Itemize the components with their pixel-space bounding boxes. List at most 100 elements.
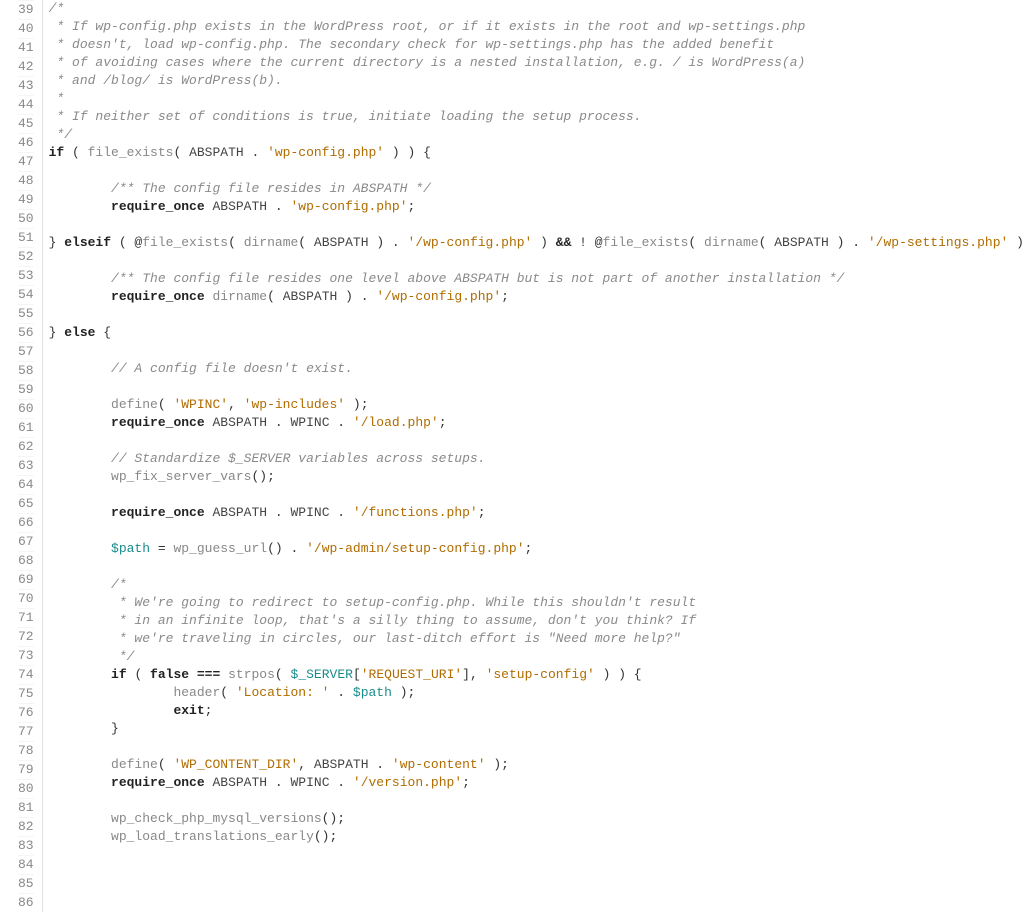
code-line[interactable]: * doesn't, load wp-config.php. The secon… (49, 36, 1024, 54)
code-line[interactable]: * If neither set of conditions is true, … (49, 108, 1024, 126)
code-line[interactable]: /* (49, 576, 1024, 594)
line-number: 42 (18, 57, 34, 76)
token-plain: . (330, 415, 353, 430)
line-number: 86 (18, 893, 34, 912)
token-plain (220, 667, 228, 682)
code-editor[interactable]: 3940414243444546474849505152535455565758… (0, 0, 1024, 912)
code-line[interactable]: * We're going to redirect to setup-confi… (49, 594, 1024, 612)
token-comment: /** The config file resides in ABSPATH *… (111, 181, 431, 196)
code-line[interactable]: require_once ABSPATH . WPINC . '/load.ph… (49, 414, 1024, 432)
code-line[interactable]: /** The config file resides in ABSPATH *… (49, 180, 1024, 198)
token-plain: () . (267, 541, 306, 556)
code-line[interactable] (49, 558, 1024, 576)
code-area[interactable]: /* * If wp-config.php exists in the Word… (43, 0, 1024, 912)
code-line[interactable]: // A config file doesn't exist. (49, 360, 1024, 378)
line-number: 75 (18, 684, 34, 703)
token-plain: . (267, 199, 290, 214)
code-line[interactable] (49, 738, 1024, 756)
code-line[interactable] (49, 252, 1024, 270)
token-plain: . (267, 415, 290, 430)
line-number: 73 (18, 646, 34, 665)
code-line[interactable] (49, 162, 1024, 180)
code-line[interactable] (49, 486, 1024, 504)
code-line[interactable] (49, 342, 1024, 360)
line-number: 51 (18, 228, 34, 247)
token-comment: */ (49, 127, 72, 142)
code-line[interactable]: } (49, 720, 1024, 738)
token-comment: /* (49, 1, 65, 16)
code-line[interactable]: } elseif ( @file_exists( dirname( ABSPAT… (49, 234, 1024, 252)
code-line[interactable]: define( 'WPINC', 'wp-includes' ); (49, 396, 1024, 414)
code-line[interactable]: wp_fix_server_vars(); (49, 468, 1024, 486)
token-plain (49, 757, 111, 772)
code-line[interactable]: $path = wp_guess_url() . '/wp-admin/setu… (49, 540, 1024, 558)
code-line[interactable]: if ( false === strpos( $_SERVER['REQUEST… (49, 666, 1024, 684)
code-line[interactable]: } else { (49, 324, 1024, 342)
code-line[interactable]: /** The config file resides one level ab… (49, 270, 1024, 288)
line-number: 65 (18, 494, 34, 513)
code-line[interactable] (49, 792, 1024, 810)
token-plain: . (369, 757, 392, 772)
token-plain (49, 181, 111, 196)
token-comment: * If wp-config.php exists in the WordPre… (49, 19, 806, 34)
code-line[interactable]: header( 'Location: ' . $path ); (49, 684, 1024, 702)
token-plain: ; (462, 775, 470, 790)
token-control: if (49, 145, 65, 160)
code-line[interactable]: // Standardize $_SERVER variables across… (49, 450, 1024, 468)
token-control: else (64, 325, 95, 340)
code-line[interactable]: * If wp-config.php exists in the WordPre… (49, 18, 1024, 36)
token-string: 'wp-config.php' (290, 199, 407, 214)
line-number: 84 (18, 855, 34, 874)
token-keyword: false (150, 667, 189, 682)
code-line[interactable] (49, 432, 1024, 450)
token-comment: * of avoiding cases where the current di… (49, 55, 806, 70)
token-string: 'WPINC' (173, 397, 228, 412)
code-line[interactable] (49, 378, 1024, 396)
token-plain: ; (408, 199, 416, 214)
token-plain: ; (478, 505, 486, 520)
line-number: 44 (18, 95, 34, 114)
code-line[interactable] (49, 216, 1024, 234)
code-line[interactable]: * (49, 90, 1024, 108)
code-line[interactable] (49, 522, 1024, 540)
token-const: ABSPATH (283, 289, 338, 304)
token-plain: ( (275, 667, 291, 682)
token-plain: ( (688, 235, 704, 250)
code-line[interactable]: require_once ABSPATH . 'wp-config.php'; (49, 198, 1024, 216)
code-line[interactable]: wp_load_translations_early(); (49, 828, 1024, 846)
token-const: ABSPATH (212, 415, 267, 430)
token-plain: ; (205, 703, 213, 718)
token-var: $_SERVER (291, 667, 353, 682)
code-line[interactable]: * in an infinite loop, that's a silly th… (49, 612, 1024, 630)
code-line[interactable]: require_once dirname( ABSPATH ) . '/wp-c… (49, 288, 1024, 306)
token-plain (49, 451, 111, 466)
code-line[interactable]: * of avoiding cases where the current di… (49, 54, 1024, 72)
line-number: 69 (18, 570, 34, 589)
code-line[interactable]: if ( file_exists( ABSPATH . 'wp-config.p… (49, 144, 1024, 162)
code-line[interactable]: define( 'WP_CONTENT_DIR', ABSPATH . 'wp-… (49, 756, 1024, 774)
code-line[interactable]: */ (49, 126, 1024, 144)
token-keyword: require_once (111, 505, 205, 520)
code-line[interactable] (49, 846, 1024, 864)
line-number: 77 (18, 722, 34, 741)
code-line[interactable]: require_once ABSPATH . WPINC . '/functio… (49, 504, 1024, 522)
code-line[interactable]: wp_check_php_mysql_versions(); (49, 810, 1024, 828)
token-const: ABSPATH (314, 757, 369, 772)
line-number: 67 (18, 532, 34, 551)
code-line[interactable]: require_once ABSPATH . WPINC . '/version… (49, 774, 1024, 792)
token-func: wp_check_php_mysql_versions (111, 811, 322, 826)
code-line[interactable]: */ (49, 648, 1024, 666)
token-plain: ( (267, 289, 283, 304)
code-line[interactable]: exit; (49, 702, 1024, 720)
code-line[interactable]: * we're traveling in circles, our last-d… (49, 630, 1024, 648)
token-string: 'Location: ' (236, 685, 330, 700)
code-line[interactable]: /* (49, 0, 1024, 18)
line-number-gutter: 3940414243444546474849505152535455565758… (0, 0, 43, 912)
code-line[interactable] (49, 306, 1024, 324)
token-func: header (173, 685, 220, 700)
token-func: dirname (244, 235, 299, 250)
token-plain: (); (322, 811, 345, 826)
code-line[interactable]: * and /blog/ is WordPress(b). (49, 72, 1024, 90)
token-plain: (); (251, 469, 274, 484)
token-keyword: require_once (111, 289, 205, 304)
